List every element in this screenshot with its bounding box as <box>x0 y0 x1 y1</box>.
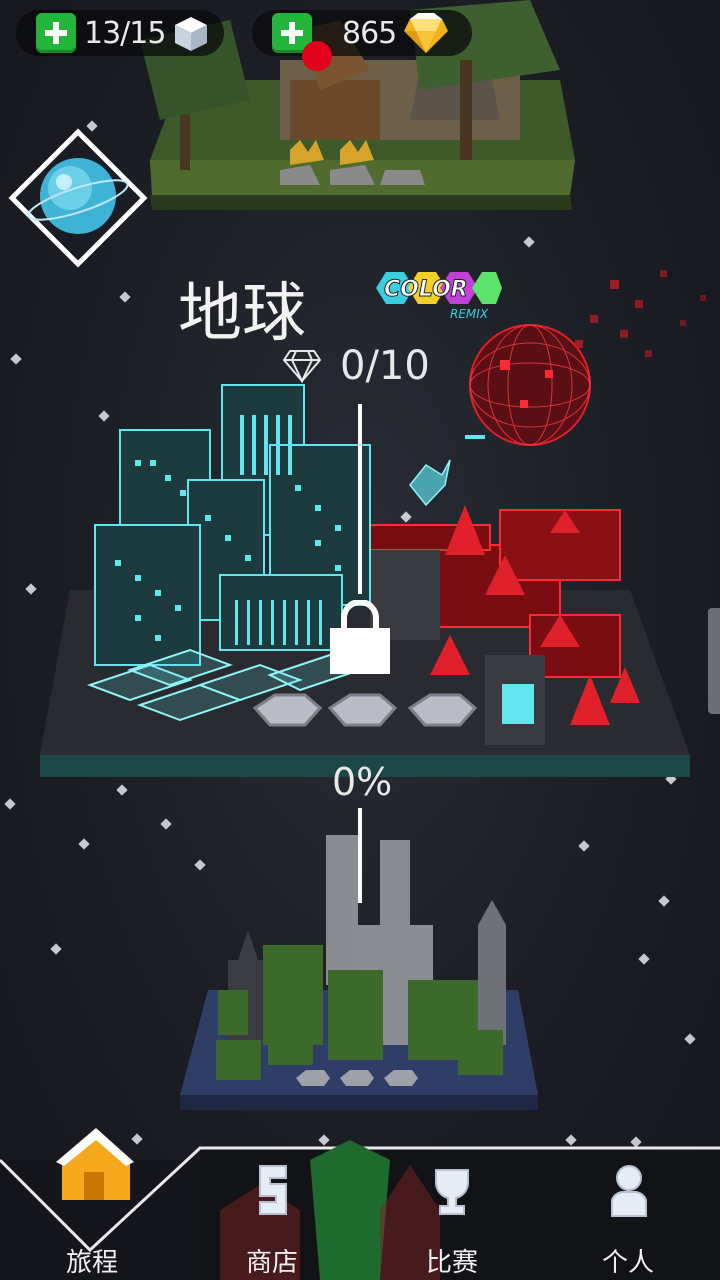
next-level-island[interactable] <box>178 830 540 1115</box>
home-icon <box>56 1128 134 1200</box>
tab-shop-label: 商店 <box>245 1248 298 1278</box>
lock-icon[interactable] <box>328 600 392 676</box>
world-select-button[interactable] <box>8 128 148 268</box>
tab-shop[interactable] <box>248 1162 298 1222</box>
level-progress-percent: 0% <box>332 760 393 804</box>
bottom-nav: 旅程 商店 比赛 个人 <box>0 1128 720 1280</box>
add-gems-button[interactable] <box>272 13 332 71</box>
cube-count: 13/15 <box>84 15 166 51</box>
progress-line-top <box>358 404 362 594</box>
person-icon <box>611 1165 647 1217</box>
gem-count: 865 <box>342 15 397 51</box>
level-island[interactable] <box>30 375 700 795</box>
gem-counter: 865 <box>252 10 472 71</box>
trophy-icon <box>434 1169 470 1215</box>
shop-icon <box>259 1165 287 1215</box>
scroll-handle[interactable] <box>708 608 720 714</box>
plus-icon <box>281 22 303 44</box>
add-cubes-button[interactable] <box>36 13 76 53</box>
notification-dot <box>302 41 332 71</box>
tab-profile[interactable] <box>604 1164 654 1224</box>
gold-gem-icon <box>404 13 449 53</box>
tab-contest[interactable] <box>424 1166 480 1222</box>
earth-globe-icon <box>8 128 148 268</box>
tab-journey[interactable] <box>50 1126 140 1216</box>
tab-journey-label: 旅程 <box>65 1248 118 1278</box>
tab-profile-label: 个人 <box>601 1248 654 1278</box>
cube-icon <box>175 17 208 51</box>
tab-contest-label: 比赛 <box>425 1248 478 1278</box>
plus-icon <box>45 22 67 44</box>
badge-text: COLOR <box>384 277 468 302</box>
cube-counter: 13/15 <box>16 10 224 56</box>
level-title: 地球 <box>178 277 306 351</box>
